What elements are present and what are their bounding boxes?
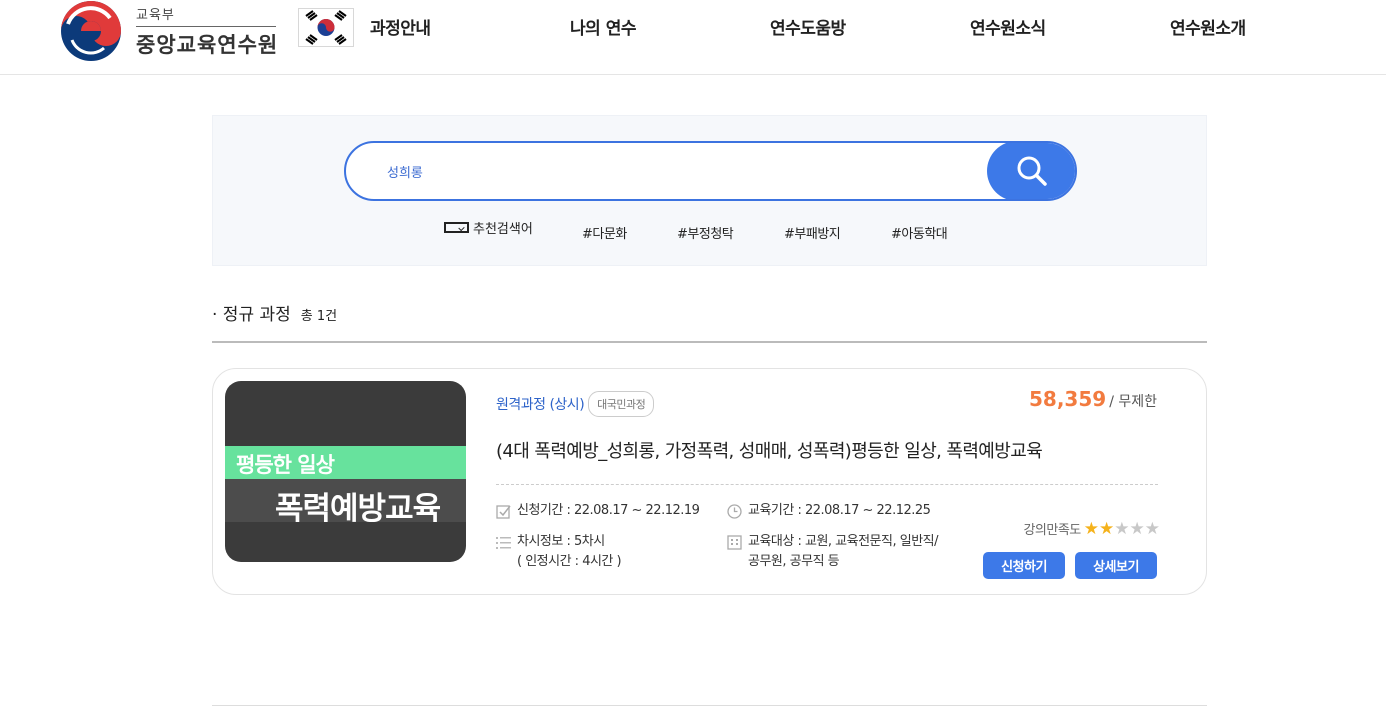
- star-filled-icon: ★: [1099, 519, 1115, 539]
- price-unit: / 무제한: [1109, 394, 1157, 410]
- course-type: 원격과정 (상시) 대국민과정: [496, 391, 655, 417]
- nav-help[interactable]: 연수도움방: [770, 14, 846, 39]
- search-input[interactable]: [346, 143, 986, 199]
- search-field: [344, 141, 1077, 201]
- clock-icon: [727, 504, 742, 519]
- thumbnail-title: 폭력예방교육: [275, 491, 441, 527]
- session-count: 차시정보 : 5차시: [517, 534, 605, 549]
- recommended-keywords: 추천검색어 #다문화 #부정청탁 #부패방지 #아동학대: [444, 218, 1004, 242]
- nav-course-guide[interactable]: 과정안내: [370, 14, 431, 39]
- keyword-tag[interactable]: #부정청탁: [677, 223, 734, 242]
- government-emblem-icon: [60, 0, 122, 62]
- rating-stars: ★★★★★: [1084, 519, 1160, 538]
- rating-label: 강의만족도: [1023, 523, 1081, 538]
- nav-my-training[interactable]: 나의 연수: [570, 14, 636, 39]
- course-card: 평등한 일상 폭력예방교육 원격과정 (상시) 대국민과정 58,359 / 무…: [212, 368, 1207, 595]
- certified-hours: ( 인정시간 : 4시간 ): [517, 554, 622, 569]
- course-badge: 대국민과정: [588, 391, 655, 417]
- section-divider: [212, 341, 1207, 343]
- apply-button[interactable]: 신청하기: [983, 552, 1065, 579]
- star-empty-icon: ★: [1129, 519, 1145, 539]
- star-empty-icon: ★: [1114, 519, 1130, 539]
- course-title[interactable]: (4대 폭력예방_성희롱, 가정폭력, 성매매, 성폭력)평등한 일상, 폭력예…: [496, 437, 1043, 463]
- education-target: 교육대상 : 교원, 교육전문직, 일반직/ 공무원, 공무직 등: [727, 532, 939, 572]
- card-divider: [496, 484, 1158, 485]
- star-empty-icon: ★: [1144, 519, 1160, 539]
- search-button[interactable]: [987, 143, 1075, 199]
- logo-subtitle: 교육부: [136, 4, 276, 27]
- site-logo[interactable]: 교육부 중앙교육연수원: [60, 0, 280, 62]
- recommended-keywords-label: 추천검색어: [444, 218, 533, 237]
- thumbnail-caption: 평등한 일상: [236, 453, 335, 477]
- search-icon: [1017, 156, 1047, 186]
- apply-period: 신청기간 : 22.08.17 ~ 22.12.19: [496, 501, 700, 521]
- site-header: 교육부 중앙교육연수원 과정안내 나의 연수 연수도움방 연수원소식 연수원소개: [0, 0, 1386, 75]
- logo-title: 중앙교육연수원: [136, 32, 279, 57]
- section-title: · 정규 과정: [212, 305, 291, 325]
- course-type-label: 원격과정 (상시): [496, 397, 585, 413]
- list-icon: [496, 537, 511, 549]
- detail-button[interactable]: 상세보기: [1075, 552, 1157, 579]
- keyword-box-icon: [444, 222, 469, 233]
- course-thumbnail[interactable]: 평등한 일상 폭력예방교육: [225, 381, 466, 562]
- main-navigation: 과정안내 나의 연수 연수도움방 연수원소식 연수원소개: [370, 14, 1330, 40]
- building-icon: [727, 535, 742, 550]
- session-info: 차시정보 : 5차시 ( 인정시간 : 4시간 ): [496, 532, 622, 572]
- keyword-tag[interactable]: #부패방지: [784, 223, 841, 242]
- star-filled-icon: ★: [1083, 519, 1099, 539]
- course-price: 58,359 / 무제한: [1029, 387, 1157, 411]
- price-value: 58,359: [1029, 387, 1107, 411]
- education-period: 교육기간 : 22.08.17 ~ 22.12.25: [727, 501, 931, 521]
- footer-divider: [212, 705, 1207, 706]
- search-panel: 추천검색어 #다문화 #부정청탁 #부패방지 #아동학대: [212, 115, 1207, 266]
- nav-news[interactable]: 연수원소식: [970, 14, 1046, 39]
- result-count: 총 1건: [300, 309, 338, 324]
- nav-about[interactable]: 연수원소개: [1170, 14, 1246, 39]
- korean-flag-icon: [298, 8, 354, 47]
- satisfaction-rating: 강의만족도 ★★★★★: [1023, 519, 1160, 539]
- section-header: · 정규 과정 총 1건: [212, 300, 337, 325]
- checkbox-icon: [496, 505, 511, 519]
- keyword-tag[interactable]: #다문화: [582, 223, 627, 242]
- keyword-tag[interactable]: #아동학대: [891, 223, 948, 242]
